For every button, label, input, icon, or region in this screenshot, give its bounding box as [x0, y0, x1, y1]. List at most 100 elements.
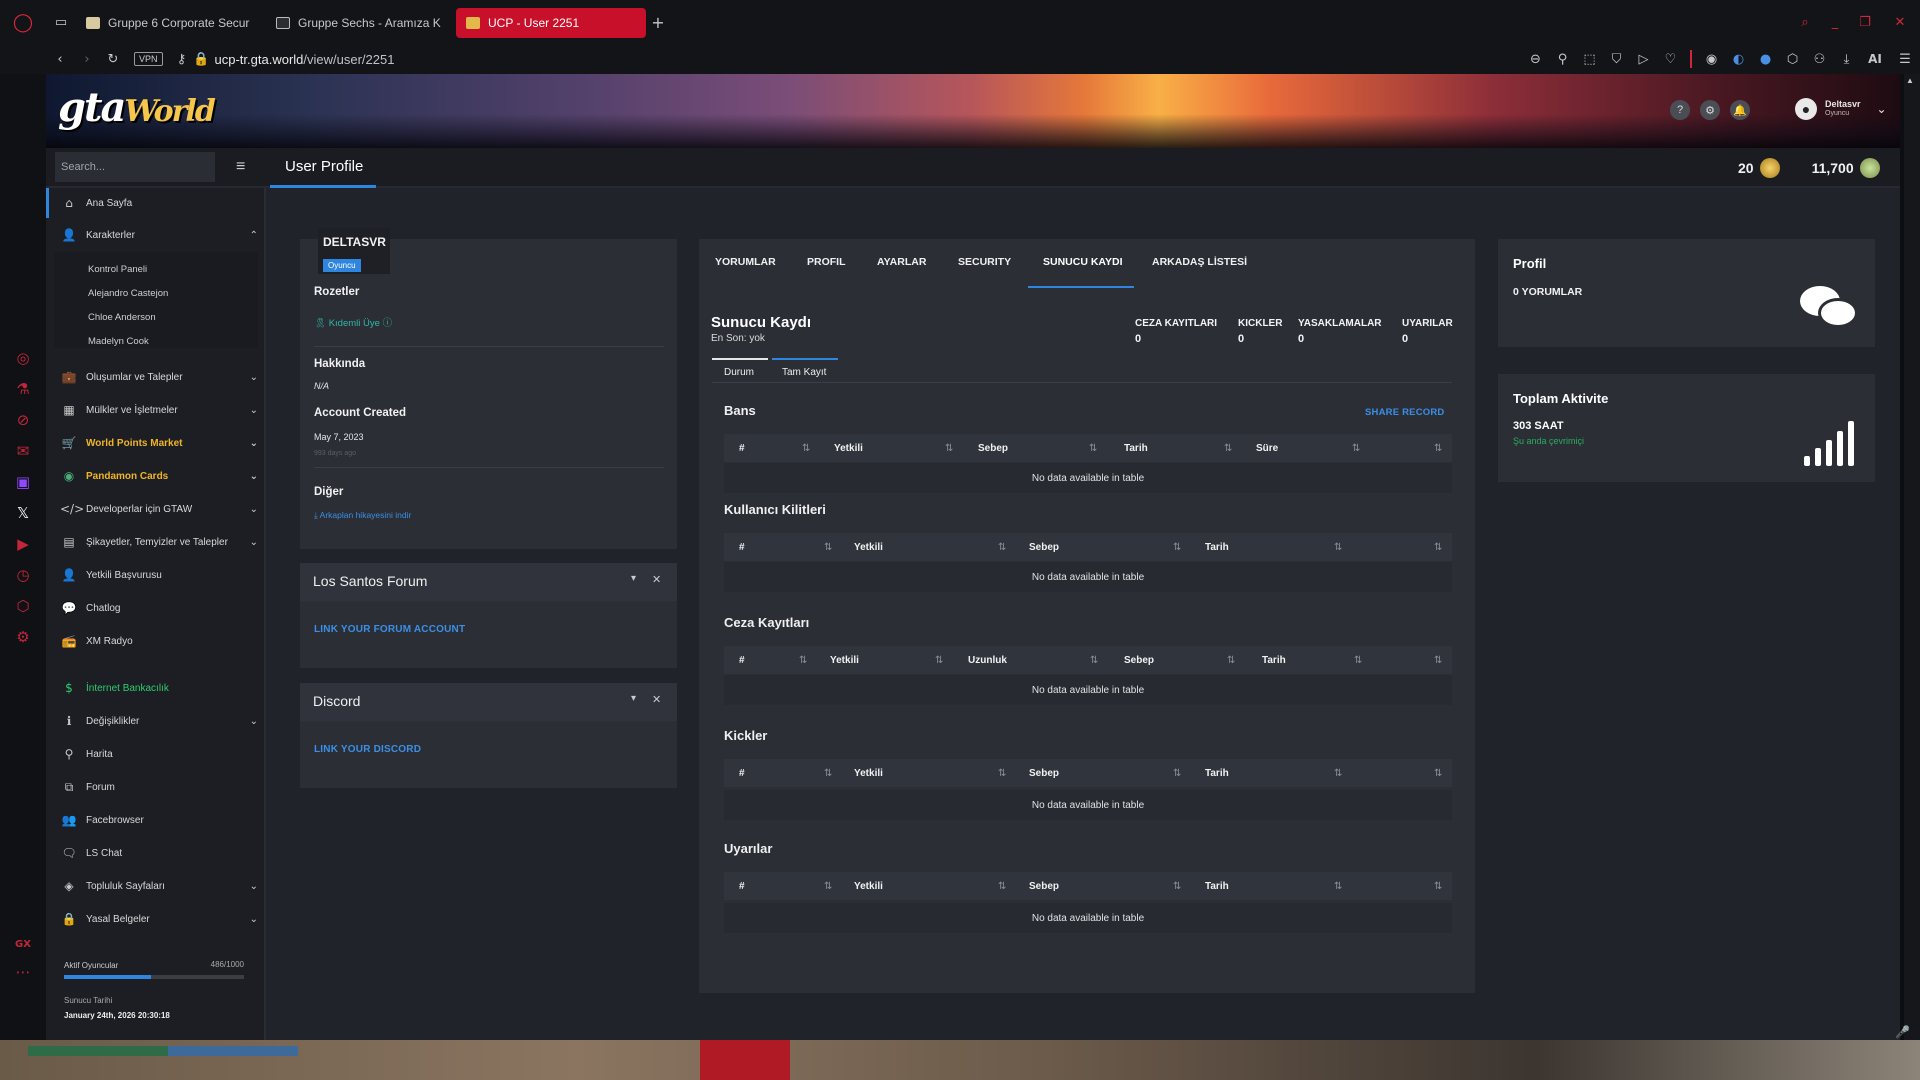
sidebar-sub-kontrol-paneli[interactable]: Kontrol Paneli: [88, 264, 147, 275]
edge-ext-icon[interactable]: ◐: [1725, 52, 1752, 67]
sidebar-item-ls-chat[interactable]: 🗨 LS Chat: [60, 846, 258, 860]
backstory-download-link[interactable]: ⤓ Arkaplan hikayesini indir: [314, 510, 411, 521]
share-record-button[interactable]: SHARE RECORD: [1365, 407, 1444, 418]
sort-icon[interactable]: ⇅: [799, 655, 807, 666]
sidebar-item-yetkili-basvurusu[interactable]: 👤 Yetkili Başvurusu: [60, 568, 258, 582]
sort-icon[interactable]: ⇅: [1224, 443, 1232, 454]
sort-icon[interactable]: ⇅: [1352, 443, 1360, 454]
new-tab-icon[interactable]: +: [646, 13, 670, 32]
close-window-icon[interactable]: ✕: [1880, 15, 1920, 30]
ai-icon[interactable]: AI: [1860, 52, 1890, 66]
col-header[interactable]: Yetkili: [834, 443, 863, 454]
settings-icon[interactable]: ⚙: [16, 628, 29, 646]
col-header[interactable]: Tarih: [1124, 443, 1148, 454]
reload-icon[interactable]: ↻: [100, 52, 126, 67]
sort-icon[interactable]: ⇅: [1173, 881, 1181, 892]
help-icon[interactable]: ?: [1670, 100, 1690, 120]
sort-icon[interactable]: ⇅: [1089, 443, 1097, 454]
search-input[interactable]: Search...: [55, 152, 215, 182]
col-header[interactable]: #: [739, 655, 745, 666]
subtab-tam-kayit[interactable]: Tam Kayıt: [782, 367, 826, 378]
tab-ayarlar[interactable]: AYARLAR: [877, 256, 926, 268]
sort-icon[interactable]: ⇅: [824, 542, 832, 553]
sort-icon[interactable]: ⇅: [998, 768, 1006, 779]
back-icon[interactable]: ‹: [46, 52, 74, 67]
scroll-up-icon[interactable]: ▲: [1906, 76, 1914, 85]
hamburger-icon[interactable]: ≡: [236, 158, 245, 176]
vpn-badge[interactable]: VPN: [134, 52, 163, 66]
browser-tab[interactable]: Gruppe 6 Corporate Secur: [76, 8, 266, 38]
col-header[interactable]: Sebep: [1029, 768, 1059, 779]
blocker-icon[interactable]: ⊘: [17, 411, 30, 429]
sort-icon[interactable]: ⇅: [824, 768, 832, 779]
send-icon[interactable]: ▷: [1630, 52, 1657, 67]
download-icon[interactable]: ⤓: [1833, 52, 1860, 67]
sidebar-item-world-points-market[interactable]: 🛒 World Points Market ⌄: [60, 436, 258, 450]
col-header[interactable]: Yetkili: [854, 768, 883, 779]
pin-icon[interactable]: ⚲: [1549, 52, 1576, 67]
minimize-icon[interactable]: _: [1820, 15, 1850, 30]
col-header[interactable]: #: [739, 768, 745, 779]
sidebar-item-sikayetler[interactable]: ▤ Şikayetler, Temyizler ve Talepler ⌄: [60, 535, 258, 549]
sort-icon[interactable]: ⇅: [1334, 881, 1342, 892]
sort-icon[interactable]: ⇅: [802, 443, 810, 454]
sort-icon[interactable]: ⇅: [1090, 655, 1098, 666]
sidebar-item-xm-radyo[interactable]: 📻 XM Radyo: [60, 634, 258, 648]
settings-gear-icon[interactable]: ⚙: [1700, 100, 1720, 120]
col-header[interactable]: Süre: [1256, 443, 1278, 454]
site-info-icon[interactable]: ⚷: [169, 52, 195, 67]
sort-icon[interactable]: ⇅: [1434, 443, 1442, 454]
maximize-icon[interactable]: ❐: [1850, 15, 1880, 30]
badge-item[interactable]: 🎗 Kıdemli Üye ⓘ: [314, 315, 392, 329]
sort-icon[interactable]: ⇅: [935, 655, 943, 666]
shield-icon[interactable]: ⛉: [1603, 52, 1630, 67]
chevron-down-icon[interactable]: ▾: [631, 573, 636, 584]
snapshot-icon[interactable]: ⬚: [1576, 52, 1603, 67]
workspace-icon[interactable]: ▭: [46, 15, 76, 30]
sidebar-sub-character[interactable]: Alejandro Castejon: [88, 288, 168, 299]
tab-sunucu-kaydi[interactable]: SUNUCU KAYDI: [1043, 256, 1123, 268]
col-header[interactable]: Yetkili: [854, 542, 883, 553]
comments-count[interactable]: 0 YORUMLAR: [1513, 286, 1582, 298]
sidebar-item-mulkler[interactable]: ▦ Mülkler ve İşletmeler ⌄: [60, 403, 258, 417]
sort-icon[interactable]: ⇅: [998, 881, 1006, 892]
sidebar-sub-character[interactable]: Madelyn Cook: [88, 336, 149, 347]
sidebar-item-chatlog[interactable]: 💬 Chatlog: [60, 601, 258, 615]
history-icon[interactable]: ◷: [16, 566, 29, 584]
sort-icon[interactable]: ⇅: [1354, 655, 1362, 666]
forward-icon[interactable]: ›: [74, 52, 100, 67]
sidebar-item-forum[interactable]: ⧉ Forum: [60, 780, 258, 795]
browser-tab-active[interactable]: UCP - User 2251: [456, 8, 646, 38]
opera-logo-icon[interactable]: ◯: [0, 12, 46, 33]
col-header[interactable]: Uzunluk: [968, 655, 1007, 666]
sidebar-item-ana-sayfa[interactable]: ⌂ Ana Sayfa: [60, 196, 258, 210]
col-header[interactable]: Tarih: [1205, 542, 1229, 553]
col-header[interactable]: Sebep: [1029, 881, 1059, 892]
sidebar-item-harita[interactable]: ⚲ Harita: [60, 747, 258, 761]
col-header[interactable]: Sebep: [1124, 655, 1154, 666]
sidebar-item-developerlar[interactable]: </> Developerlar için GTAW ⌄: [60, 502, 258, 516]
zoom-icon[interactable]: ⊖: [1522, 52, 1549, 67]
sort-icon[interactable]: ⇅: [1434, 768, 1442, 779]
page-scrollbar[interactable]: [1904, 74, 1920, 1040]
col-header[interactable]: Tarih: [1262, 655, 1286, 666]
tab-search-icon[interactable]: ⌕: [1790, 15, 1820, 30]
link-discord[interactable]: LINK YOUR DISCORD: [314, 744, 421, 755]
tab-profil[interactable]: PROFIL: [807, 256, 846, 268]
more-icon[interactable]: ⋯: [16, 963, 31, 981]
url-field[interactable]: ucp-tr.gta.world/view/user/2251: [215, 52, 395, 67]
col-header[interactable]: Sebep: [978, 443, 1008, 454]
col-header[interactable]: #: [739, 443, 745, 454]
sort-icon[interactable]: ⇅: [945, 443, 953, 454]
sort-icon[interactable]: ⇅: [1434, 881, 1442, 892]
tab-arkadas-listesi[interactable]: ARKADAŞ LİSTESİ: [1152, 256, 1247, 268]
sidebar-item-internet-bankacilik[interactable]: $ İnternet Bankacılık: [60, 681, 258, 695]
tab-security[interactable]: SECURITY: [958, 256, 1011, 268]
sidebar-item-olusumlar[interactable]: 💼 Oluşumlar ve Talepler ⌄: [60, 370, 258, 384]
mic-icon[interactable]: 🎤: [1895, 1025, 1910, 1039]
sort-icon[interactable]: ⇅: [1334, 542, 1342, 553]
sidebar-item-yasal-belgeler[interactable]: 🔒 Yasal Belgeler ⌄: [60, 912, 258, 926]
col-header[interactable]: Yetkili: [830, 655, 859, 666]
sidebar-sub-character[interactable]: Chloe Anderson: [88, 312, 156, 323]
col-header[interactable]: Yetkili: [854, 881, 883, 892]
